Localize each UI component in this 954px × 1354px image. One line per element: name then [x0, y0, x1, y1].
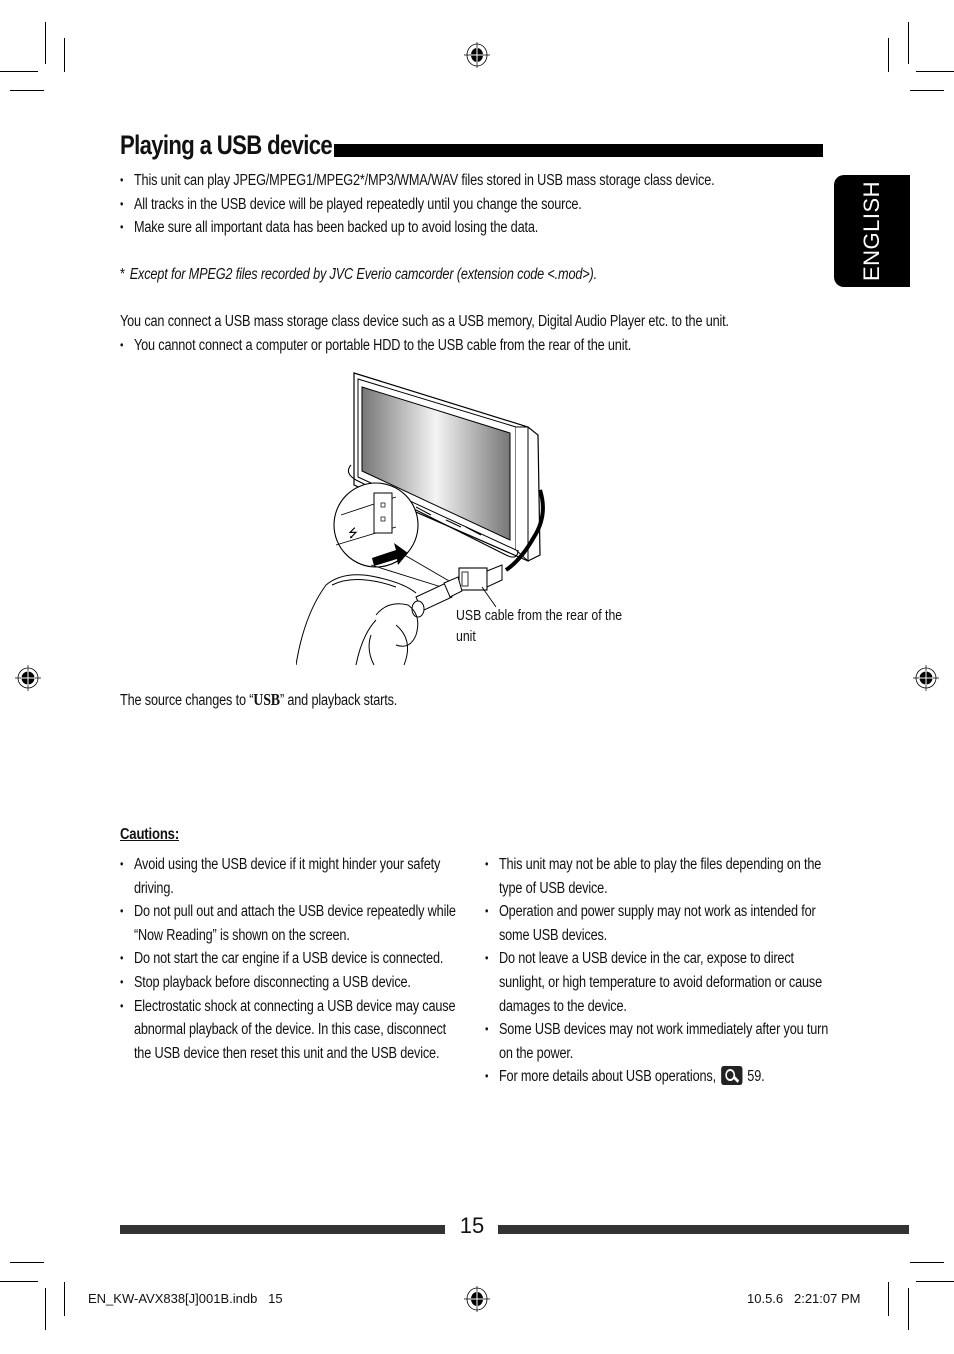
connect-paragraph: You can connect a USB mass storage class…: [120, 313, 729, 330]
crop-mark: [908, 22, 909, 64]
crop-mark: [908, 1288, 909, 1330]
crop-mark: [916, 71, 954, 72]
usb-connector-zoom-inset: ⭍: [333, 482, 419, 568]
list-item: Operation and power supply may not work …: [485, 900, 829, 947]
usb-stick-drawing: [411, 576, 463, 618]
crop-mark: [888, 38, 889, 72]
crop-mark: [10, 90, 44, 91]
page-title: Playing a USB device: [120, 130, 333, 160]
source-name: USB: [253, 690, 280, 709]
list-item: Do not pull out and attach the USB devic…: [120, 900, 460, 947]
crop-mark: [10, 1262, 44, 1263]
list-item: This unit can play JPEG/MPEG1/MPEG2*/MP3…: [120, 169, 715, 193]
source-note-text: The source changes to “: [120, 692, 254, 709]
crop-mark: [916, 1281, 954, 1282]
list-item: Electrostatic shock at connecting a USB …: [120, 995, 460, 1066]
page-number-rule-right: [498, 1225, 909, 1234]
language-tab: ENGLISH: [834, 175, 910, 287]
reference-text: For more details about USB operations,: [498, 1068, 716, 1086]
cautions-list: This unit may not be able to play the fi…: [485, 853, 829, 1089]
page-number-rule-left: [120, 1225, 445, 1234]
crop-mark: [45, 1288, 46, 1330]
list-item: Do not start the car engine if a USB dev…: [120, 947, 460, 971]
illustration-caption: USB cable from the rear of the unit: [456, 607, 623, 645]
list-item: For more details about USB operations, 5…: [485, 1065, 829, 1089]
registration-mark-icon: [15, 665, 41, 691]
registration-mark-icon: [464, 42, 490, 68]
crop-mark: [910, 90, 944, 91]
title-rule: [334, 144, 823, 157]
slug-timestamp: 10.5.6 2:21:07 PM: [747, 1291, 861, 1306]
crop-mark: [0, 71, 38, 72]
list-item: Make sure all important data has been ba…: [120, 216, 715, 240]
crop-mark: [45, 22, 46, 64]
svg-text:⭍: ⭍: [348, 526, 358, 540]
cautions-left-column: Avoid using the USB device if it might h…: [120, 853, 460, 1065]
list-item: You cannot connect a computer or portabl…: [120, 334, 631, 358]
footnote-text: Except for MPEG2 files recorded by JVC E…: [129, 266, 597, 283]
registration-mark-icon: [464, 1286, 490, 1312]
hand-drawing: [296, 574, 419, 666]
crop-mark: [64, 38, 65, 72]
source-note-text: ” and playback starts.: [279, 692, 398, 709]
crop-mark: [0, 1281, 38, 1282]
crop-mark: [910, 1262, 944, 1263]
source-change-note: The source changes to “USB” and playback…: [120, 688, 397, 713]
cautions-right-column: This unit may not be able to play the fi…: [485, 853, 829, 1089]
list-item: Stop playback before disconnecting a USB…: [120, 971, 460, 995]
list-item: Avoid using the USB device if it might h…: [120, 853, 460, 900]
list-item: All tracks in the USB device will be pla…: [120, 193, 715, 217]
list-item: Some USB devices may not work immediatel…: [485, 1018, 829, 1065]
slug-filename: EN_KW-AVX838[J]001B.indb 15: [88, 1291, 283, 1306]
intro-bullet-list: This unit can play JPEG/MPEG1/MPEG2*/MP3…: [120, 169, 715, 240]
footnote-marker: *: [120, 266, 125, 283]
connect-bullet-list: You cannot connect a computer or portabl…: [120, 334, 631, 358]
language-tab-label: ENGLISH: [859, 180, 884, 282]
usb-cable-connector: [458, 564, 503, 591]
magnifier-reference-icon: [720, 1066, 743, 1086]
page-number: 15: [459, 1213, 485, 1238]
page-reference-link[interactable]: 59.: [747, 1068, 764, 1085]
crop-mark: [888, 1282, 889, 1316]
cautions-heading: Cautions:: [120, 826, 180, 843]
crop-mark: [64, 1282, 65, 1316]
registration-mark-icon: [913, 665, 939, 691]
cautions-list: Avoid using the USB device if it might h…: [120, 853, 460, 1065]
footnote: * Except for MPEG2 files recorded by JVC …: [120, 263, 597, 287]
list-item: Do not leave a USB device in the car, ex…: [485, 947, 829, 1018]
list-item: This unit may not be able to play the fi…: [485, 853, 829, 900]
